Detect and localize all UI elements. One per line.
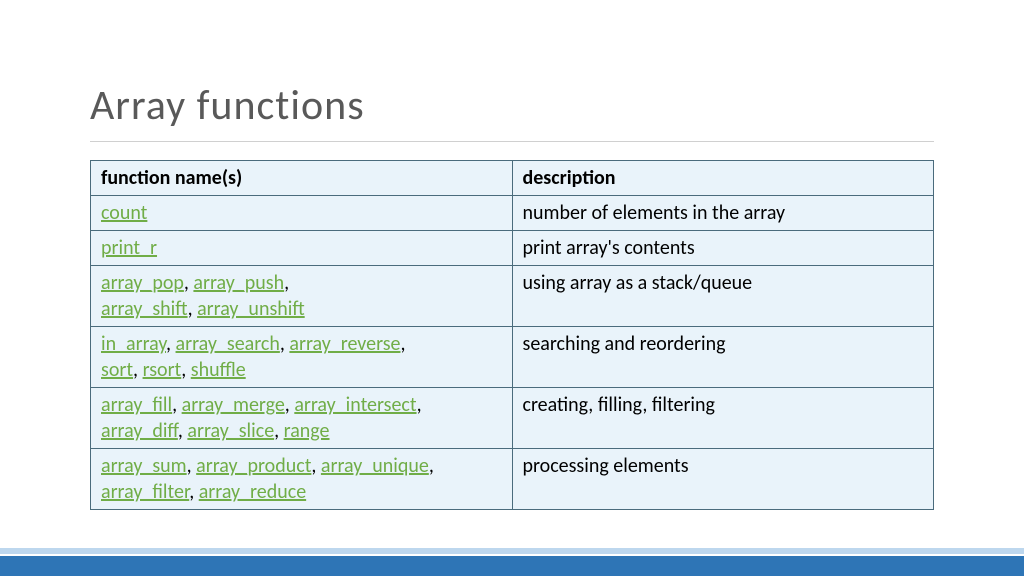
slide: Array functions function name(s) descrip…: [0, 0, 1024, 576]
function-link[interactable]: array_reverse: [289, 332, 400, 356]
slide-title: Array functions: [90, 80, 934, 131]
separator: ,: [166, 332, 176, 356]
separator: ,: [188, 297, 198, 321]
function-link[interactable]: array_reduce: [199, 480, 306, 504]
function-link[interactable]: array_shift: [101, 297, 188, 321]
separator: ,: [181, 358, 191, 382]
function-link[interactable]: array_fill: [101, 393, 172, 417]
table-row: array_fill, array_merge, array_intersect…: [91, 388, 934, 449]
accent-main: [0, 556, 1024, 576]
accent-bar: [0, 548, 1024, 576]
table-row: print_r print array's contents: [91, 231, 934, 266]
function-link[interactable]: array_pop: [101, 271, 184, 295]
separator: ,: [133, 358, 143, 382]
table-header-row: function name(s) description: [91, 161, 934, 196]
table-row: count number of elements in the array: [91, 196, 934, 231]
title-underline: [90, 141, 934, 142]
function-link[interactable]: shuffle: [191, 358, 246, 382]
table-row: in_array, array_search, array_reverse, s…: [91, 327, 934, 388]
cell-function-names: array_fill, array_merge, array_intersect…: [91, 388, 513, 449]
table-row: array_sum, array_product, array_unique, …: [91, 449, 934, 510]
function-link[interactable]: count: [101, 201, 147, 225]
separator: ,: [178, 419, 188, 443]
table-row: array_pop, array_push, array_shift, arra…: [91, 266, 934, 327]
function-link[interactable]: array_slice: [187, 419, 274, 443]
separator: ,: [187, 454, 197, 478]
function-link[interactable]: rsort: [143, 358, 182, 382]
cell-function-names: in_array, array_search, array_reverse, s…: [91, 327, 513, 388]
header-description: description: [512, 161, 934, 196]
separator: ,: [189, 480, 199, 504]
cell-description: print array's contents: [512, 231, 934, 266]
separator: ,: [285, 393, 295, 417]
separator: ,: [417, 393, 422, 417]
function-link[interactable]: in_array: [101, 332, 166, 356]
function-link[interactable]: array_filter: [101, 480, 189, 504]
functions-table: function name(s) description count number…: [90, 160, 934, 510]
separator: ,: [184, 271, 194, 295]
separator: ,: [274, 419, 284, 443]
separator: ,: [429, 454, 434, 478]
separator: ,: [280, 332, 290, 356]
cell-function-names: print_r: [91, 231, 513, 266]
function-link[interactable]: sort: [101, 358, 133, 382]
function-link[interactable]: array_merge: [182, 393, 285, 417]
cell-function-names: array_sum, array_product, array_unique, …: [91, 449, 513, 510]
function-link[interactable]: array_unshift: [197, 297, 305, 321]
separator: ,: [311, 454, 321, 478]
separator: ,: [400, 332, 405, 356]
function-link[interactable]: array_sum: [101, 454, 187, 478]
function-link[interactable]: array_unique: [321, 454, 429, 478]
function-link[interactable]: range: [284, 419, 330, 443]
cell-description: using array as a stack/queue: [512, 266, 934, 327]
cell-function-names: array_pop, array_push, array_shift, arra…: [91, 266, 513, 327]
separator: ,: [284, 271, 289, 295]
function-link[interactable]: array_push: [193, 271, 284, 295]
function-link[interactable]: array_search: [176, 332, 280, 356]
cell-description: processing elements: [512, 449, 934, 510]
cell-description: creating, filling, filtering: [512, 388, 934, 449]
header-function-names: function name(s): [91, 161, 513, 196]
cell-description: searching and reordering: [512, 327, 934, 388]
function-link[interactable]: array_diff: [101, 419, 178, 443]
function-link[interactable]: array_intersect: [294, 393, 416, 417]
function-link[interactable]: array_product: [196, 454, 311, 478]
cell-description: number of elements in the array: [512, 196, 934, 231]
separator: ,: [172, 393, 182, 417]
function-link[interactable]: print_r: [101, 236, 157, 260]
cell-function-names: count: [91, 196, 513, 231]
